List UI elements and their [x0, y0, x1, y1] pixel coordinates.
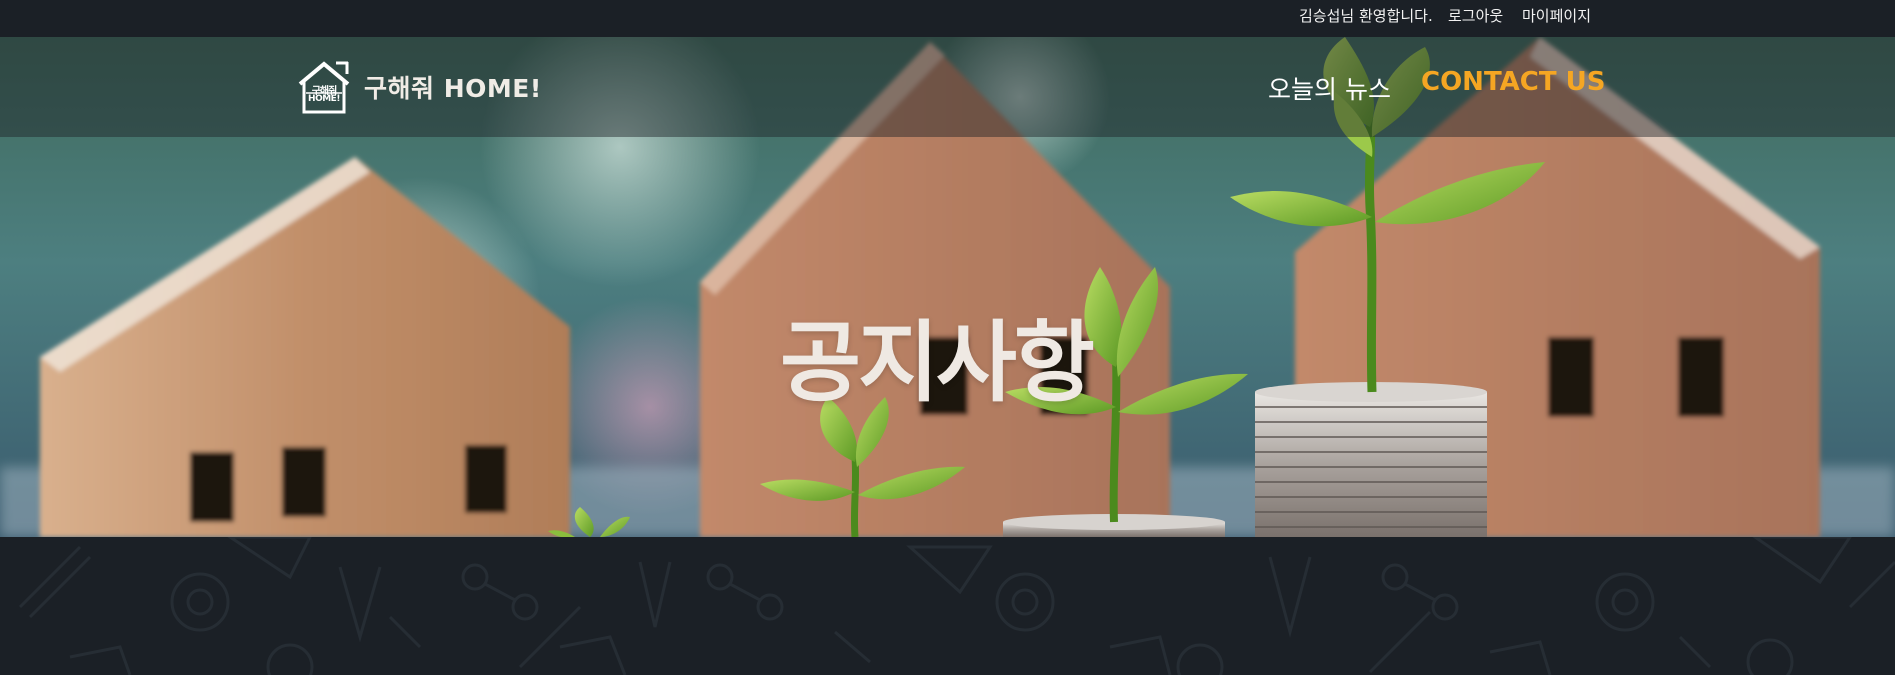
- pattern-background: [0, 537, 1895, 675]
- nav-item-today-news[interactable]: 오늘의 뉴스: [1268, 70, 1391, 106]
- house-logo-icon: 구해줘 HOME!: [296, 60, 352, 114]
- logo-text: 구해줘 HOME!: [364, 74, 542, 103]
- top-utility-bar: 김승섭님 환영합니다. 로그아웃 마이페이지: [0, 0, 1895, 37]
- main-navigation: 구해줘 HOME! 구해줘 HOME! 오늘의 뉴스 CONTACT US: [0, 37, 1895, 137]
- logo-mark-line2: HOME!: [308, 94, 340, 104]
- logo-link[interactable]: 구해줘 HOME! 구해줘 HOME!: [296, 59, 542, 115]
- logout-link[interactable]: 로그아웃: [1448, 0, 1503, 32]
- welcome-message: 김승섭님 환영합니다.: [1299, 7, 1433, 25]
- nav-item-contact-us[interactable]: CONTACT US: [1421, 67, 1606, 97]
- mypage-link[interactable]: 마이페이지: [1522, 0, 1591, 32]
- page-title: 공지사항: [780, 311, 1095, 414]
